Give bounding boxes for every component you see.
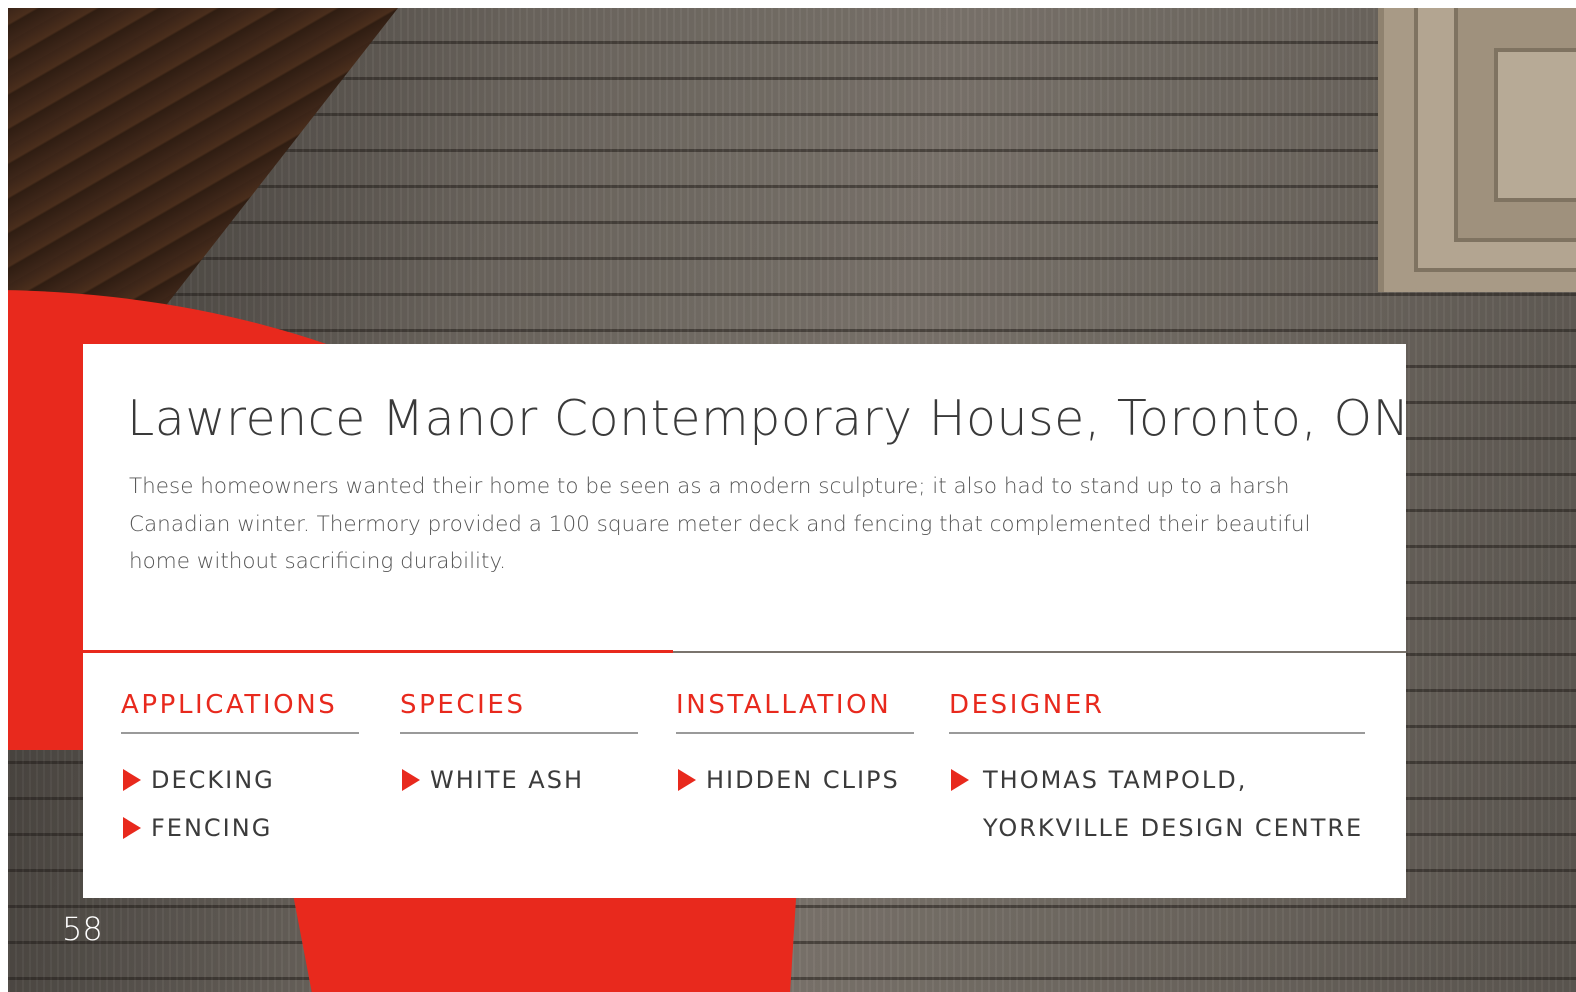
red-triangle-bullet-icon (951, 769, 969, 791)
installation-section: INSTALLATION HIDDEN CLIPS (676, 690, 914, 804)
project-title: Lawrence Manor Contemporary House, Toron… (127, 390, 1410, 447)
installation-list: HIDDEN CLIPS (676, 756, 914, 804)
deck-inlay-photo-area (1378, 8, 1576, 292)
list-item: DECKING (121, 756, 359, 804)
page-left-edge (0, 0, 8, 992)
project-description: These homeowners wanted their home to be… (129, 474, 1311, 574)
designer-name: THOMAS TAMPOLD, (983, 766, 1248, 794)
project-info-card: Lawrence Manor Contemporary House, Toron… (83, 344, 1409, 898)
designer-section: DESIGNER THOMAS TAMPOLD, YORKVILLE DESIG… (949, 690, 1365, 852)
red-triangle-bullet-icon (402, 769, 420, 791)
applications-heading: APPLICATIONS (121, 690, 359, 734)
red-triangle-bullet-icon (123, 769, 141, 791)
list-item: HIDDEN CLIPS (676, 756, 914, 804)
designer-company: YORKVILLE DESIGN CENTRE (983, 814, 1364, 842)
species-list: WHITE ASH (400, 756, 638, 804)
installation-heading: INSTALLATION (676, 690, 914, 734)
list-item: FENCING (121, 804, 359, 852)
divider-accent (83, 650, 673, 653)
divider (673, 651, 1406, 653)
red-triangle-bullet-icon (678, 769, 696, 791)
designer-list: THOMAS TAMPOLD, YORKVILLE DESIGN CENTRE (949, 756, 1365, 852)
dark-deck-photo-area (8, 8, 398, 308)
species-section: SPECIES WHITE ASH (400, 690, 638, 804)
applications-section: APPLICATIONS DECKING FENCING (121, 690, 359, 852)
page-number: 58 (62, 910, 103, 948)
list-item: WHITE ASH (400, 756, 638, 804)
red-triangle-bullet-icon (123, 817, 141, 839)
species-heading: SPECIES (400, 690, 638, 734)
list-item: THOMAS TAMPOLD, YORKVILLE DESIGN CENTRE (949, 756, 1365, 852)
designer-heading: DESIGNER (949, 690, 1365, 734)
page-top-edge (0, 0, 1576, 8)
applications-list: DECKING FENCING (121, 756, 359, 852)
